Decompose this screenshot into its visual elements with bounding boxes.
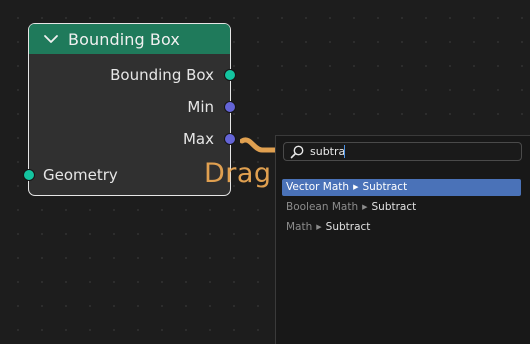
link-search-popup: subtra Vector Math ▶ Subtract Boolean Math… — [275, 135, 530, 344]
result-path: Boolean Math — [286, 201, 359, 213]
node-title: Bounding Box — [68, 29, 180, 49]
search-icon — [290, 145, 304, 158]
node-header[interactable]: Bounding Box — [29, 24, 230, 54]
text-caret — [344, 145, 346, 158]
output-label-max: Max — [182, 130, 214, 148]
input-socket-geometry[interactable] — [22, 168, 35, 181]
output-socket-max[interactable] — [224, 132, 236, 145]
result-leaf: Subtract — [371, 201, 417, 213]
input-row-geometry: Geometry — [43, 165, 118, 185]
arrow-right-icon: ▶ — [316, 223, 322, 231]
output-row-min: Min — [187, 97, 214, 117]
node-editor-canvas[interactable]: Bounding Box Bounding Box Min Max Geomet… — [0, 0, 530, 344]
result-path: Math — [286, 221, 313, 233]
output-row-bounding-box: Bounding Box — [110, 65, 214, 85]
output-label-bounding-box: Bounding Box — [110, 66, 214, 84]
output-label-min: Min — [187, 98, 214, 116]
chevron-down-icon[interactable] — [40, 24, 62, 54]
output-socket-bounding-box[interactable] — [224, 68, 236, 81]
bounding-box-node[interactable]: Bounding Box Bounding Box Min Max Geomet… — [22, 23, 236, 196]
search-input[interactable]: subtra — [310, 145, 345, 158]
search-result-math-subtract[interactable]: Math ▶ Subtract — [282, 219, 521, 236]
search-box[interactable]: subtra — [283, 142, 522, 161]
arrow-right-icon: ▶ — [362, 203, 368, 211]
search-result-boolean-math-subtract[interactable]: Boolean Math ▶ Subtract — [282, 199, 521, 216]
result-leaf: Subtract — [325, 221, 371, 233]
arrow-right-icon: ▶ — [353, 183, 359, 191]
input-label-geometry: Geometry — [43, 166, 118, 184]
output-row-max: Max — [183, 129, 214, 149]
output-socket-min[interactable] — [224, 100, 236, 113]
drag-hint-label: Drag — [204, 158, 272, 189]
search-result-vector-math-subtract[interactable]: Vector Math ▶ Subtract — [282, 179, 521, 196]
result-path: Vector Math — [286, 181, 350, 193]
result-leaf: Subtract — [362, 181, 408, 193]
